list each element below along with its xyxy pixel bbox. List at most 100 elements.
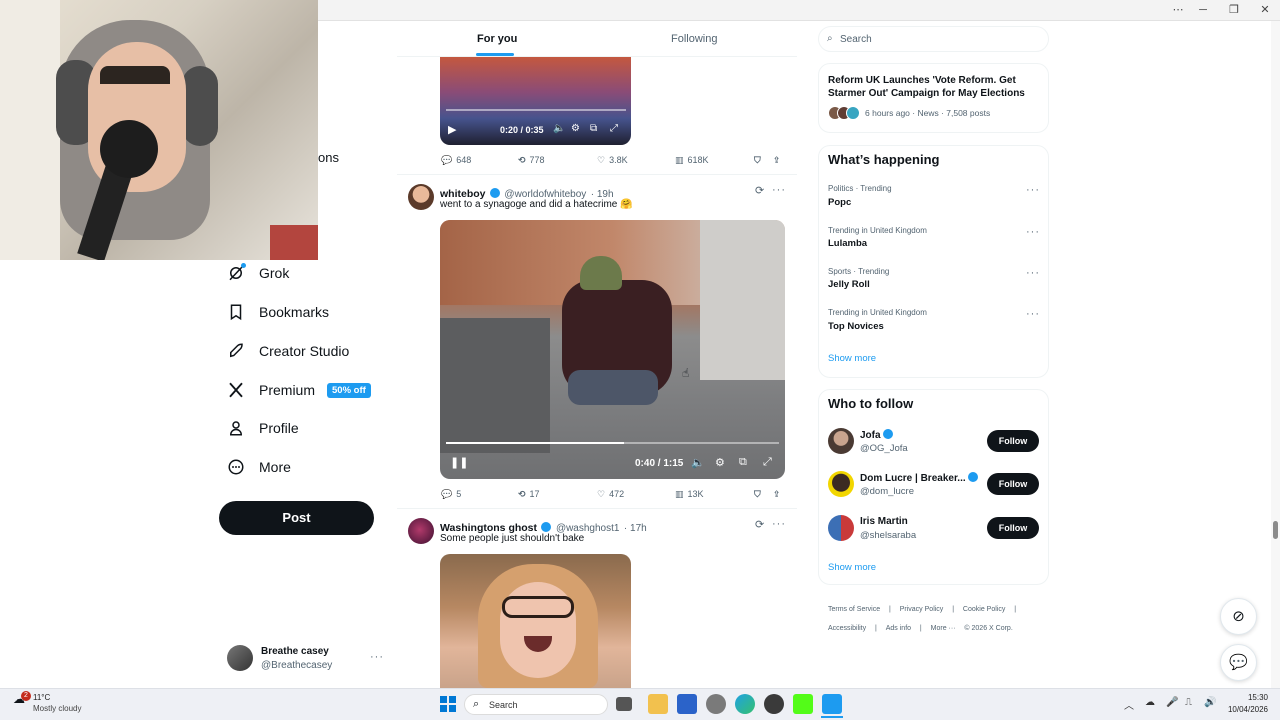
restore-button[interactable]: ❐ (1219, 2, 1249, 18)
clock-time[interactable]: 15:30 (1228, 693, 1268, 702)
settings-icon[interactable]: ⚙ (715, 456, 725, 469)
terms-link[interactable]: Terms of Service (828, 606, 880, 613)
tweet-more-button[interactable]: ··· (772, 518, 786, 530)
clock-date[interactable]: 10/04/2026 (1220, 705, 1268, 714)
views-count: 13K (687, 489, 704, 499)
grok-icon[interactable]: ⟳ (755, 184, 764, 197)
avatar[interactable] (408, 518, 434, 544)
sidebar-item-bookmarks[interactable]: Bookmarks (227, 296, 329, 328)
repost-button[interactable]: ⟲ 778 (518, 155, 545, 166)
cookie-link[interactable]: Cookie Policy (963, 606, 1005, 613)
task-view-icon[interactable] (616, 697, 632, 711)
account-more-button[interactable]: ··· (370, 651, 384, 663)
reply-icon: 💬 (441, 488, 453, 499)
tweet-time[interactable]: · 17h (624, 523, 647, 534)
follow-user-name[interactable]: Dom Lucre | Breaker... (860, 472, 979, 484)
trend-name[interactable]: Top Novices (828, 321, 884, 332)
pip-icon[interactable]: ⧉ (739, 456, 747, 469)
show-more-link[interactable]: Show more (828, 353, 876, 364)
close-window-button[interactable]: ✕ (1250, 2, 1280, 18)
follow-button[interactable]: Follow (987, 473, 1039, 495)
app-icon[interactable] (764, 694, 784, 714)
volume-icon[interactable]: 🔈 (553, 123, 565, 134)
weather-desc[interactable]: Mostly cloudy (33, 704, 81, 713)
accessibility-link[interactable]: Accessibility (828, 625, 866, 632)
ads-info-link[interactable]: Ads info (886, 625, 911, 632)
minimize-button[interactable]: ─ (1188, 2, 1218, 18)
sidebar-item-grok[interactable]: Grok (227, 257, 289, 289)
avatar[interactable] (828, 515, 854, 541)
post-button[interactable]: Post (219, 501, 374, 535)
tweet-more-button[interactable]: ··· (772, 184, 786, 196)
sidebar-item-more[interactable]: More (227, 451, 291, 483)
privacy-link[interactable]: Privacy Policy (900, 606, 944, 613)
grok-icon[interactable]: ⟳ (755, 518, 764, 531)
scrollbar[interactable] (1271, 21, 1280, 688)
share-button[interactable]: ⇪ (773, 489, 781, 500)
follow-button[interactable]: Follow (987, 517, 1039, 539)
tab-following[interactable]: Following (671, 21, 717, 57)
sidebar-item-creator-studio[interactable]: Creator Studio (227, 335, 349, 367)
follow-user-name[interactable]: Iris Martin (860, 516, 908, 527)
play-icon[interactable]: ▶ (448, 123, 456, 136)
sidebar-item-premium[interactable]: Premium 50% off (227, 374, 371, 406)
trend-name[interactable]: Lulamba (828, 238, 867, 249)
reply-button[interactable]: 💬 5 (441, 489, 461, 500)
settings-icon[interactable] (706, 694, 726, 714)
tray-chevron-icon[interactable]: ︿ (1124, 697, 1134, 712)
more-link[interactable]: More ··· (931, 625, 956, 632)
grok-float-button[interactable]: ⊘ (1220, 598, 1257, 635)
pip-icon[interactable]: ⧉ (590, 123, 597, 134)
scrollbar-thumb[interactable] (1273, 521, 1278, 539)
volume-icon[interactable]: 🔈 (691, 456, 705, 469)
like-button[interactable]: ♡ 472 (597, 489, 624, 500)
repost-button[interactable]: ⟲ 17 (518, 489, 540, 500)
trend-more-button[interactable]: ··· (1026, 267, 1040, 279)
avatar[interactable] (227, 645, 253, 671)
weather-temp[interactable]: 11°C (33, 693, 50, 702)
trend-more-button[interactable]: ··· (1026, 308, 1040, 320)
bookmark-button[interactable]: ⛉ (754, 489, 761, 500)
sidebar-item-profile[interactable]: Profile (227, 412, 299, 444)
reply-button[interactable]: 💬 648 (441, 155, 471, 166)
person-icon (229, 421, 243, 436)
windows-start-icon[interactable] (440, 696, 456, 712)
trend-name[interactable]: Popc (828, 197, 851, 208)
taskbar-search[interactable]: ⌕ Search (464, 694, 608, 715)
video-player[interactable]: ▶ 0:20 / 0:35 🔈 ⚙ ⧉ ⤢ (440, 57, 631, 145)
follow-user-name[interactable]: Jofa (860, 429, 894, 441)
avatar[interactable] (828, 428, 854, 454)
messages-float-button[interactable]: 💬 (1220, 644, 1257, 681)
follow-button[interactable]: Follow (987, 430, 1039, 452)
kick-icon[interactable] (793, 694, 813, 714)
fullscreen-icon[interactable]: ⤢ (610, 123, 618, 134)
trend-more-button[interactable]: ··· (1026, 184, 1040, 196)
verified-icon (489, 188, 500, 198)
store-icon[interactable] (677, 694, 697, 714)
trend-name[interactable]: Jelly Roll (828, 279, 870, 290)
news-title[interactable]: Reform UK Launches 'Vote Reform. Get Sta… (828, 74, 1038, 100)
search-input[interactable]: ⌕ Search (818, 26, 1049, 52)
video-player[interactable] (440, 554, 631, 688)
video-player[interactable]: ❚❚ 0:40 / 1:15 🔈 ⚙ ⧉ ⤢ (440, 220, 785, 479)
like-button[interactable]: ♡ 3.8K (597, 155, 628, 166)
network-icon[interactable]: ⎍ (1185, 697, 1192, 708)
microphone-icon[interactable]: 🎤 (1166, 697, 1178, 708)
views-button[interactable]: ▥ 618K (675, 155, 709, 166)
settings-icon[interactable]: ⚙ (571, 123, 580, 134)
edge-icon[interactable] (735, 694, 755, 714)
trend-more-button[interactable]: ··· (1026, 226, 1040, 238)
twitter-app-icon[interactable] (822, 694, 842, 714)
show-more-link[interactable]: Show more (828, 562, 876, 573)
fullscreen-icon[interactable]: ⤢ (763, 456, 772, 469)
bookmark-button[interactable]: ⛉ (754, 155, 761, 166)
file-explorer-icon[interactable] (648, 694, 668, 714)
views-button[interactable]: ▥ 13K (675, 489, 704, 500)
avatar[interactable] (828, 471, 854, 497)
tab-for-you[interactable]: For you (477, 21, 517, 57)
avatar[interactable] (408, 184, 434, 210)
pause-icon[interactable]: ❚❚ (450, 456, 468, 469)
speaker-icon[interactable]: 🔊 (1204, 697, 1216, 708)
share-button[interactable]: ⇪ (773, 155, 781, 166)
onedrive-icon[interactable]: ☁ (1145, 697, 1155, 708)
